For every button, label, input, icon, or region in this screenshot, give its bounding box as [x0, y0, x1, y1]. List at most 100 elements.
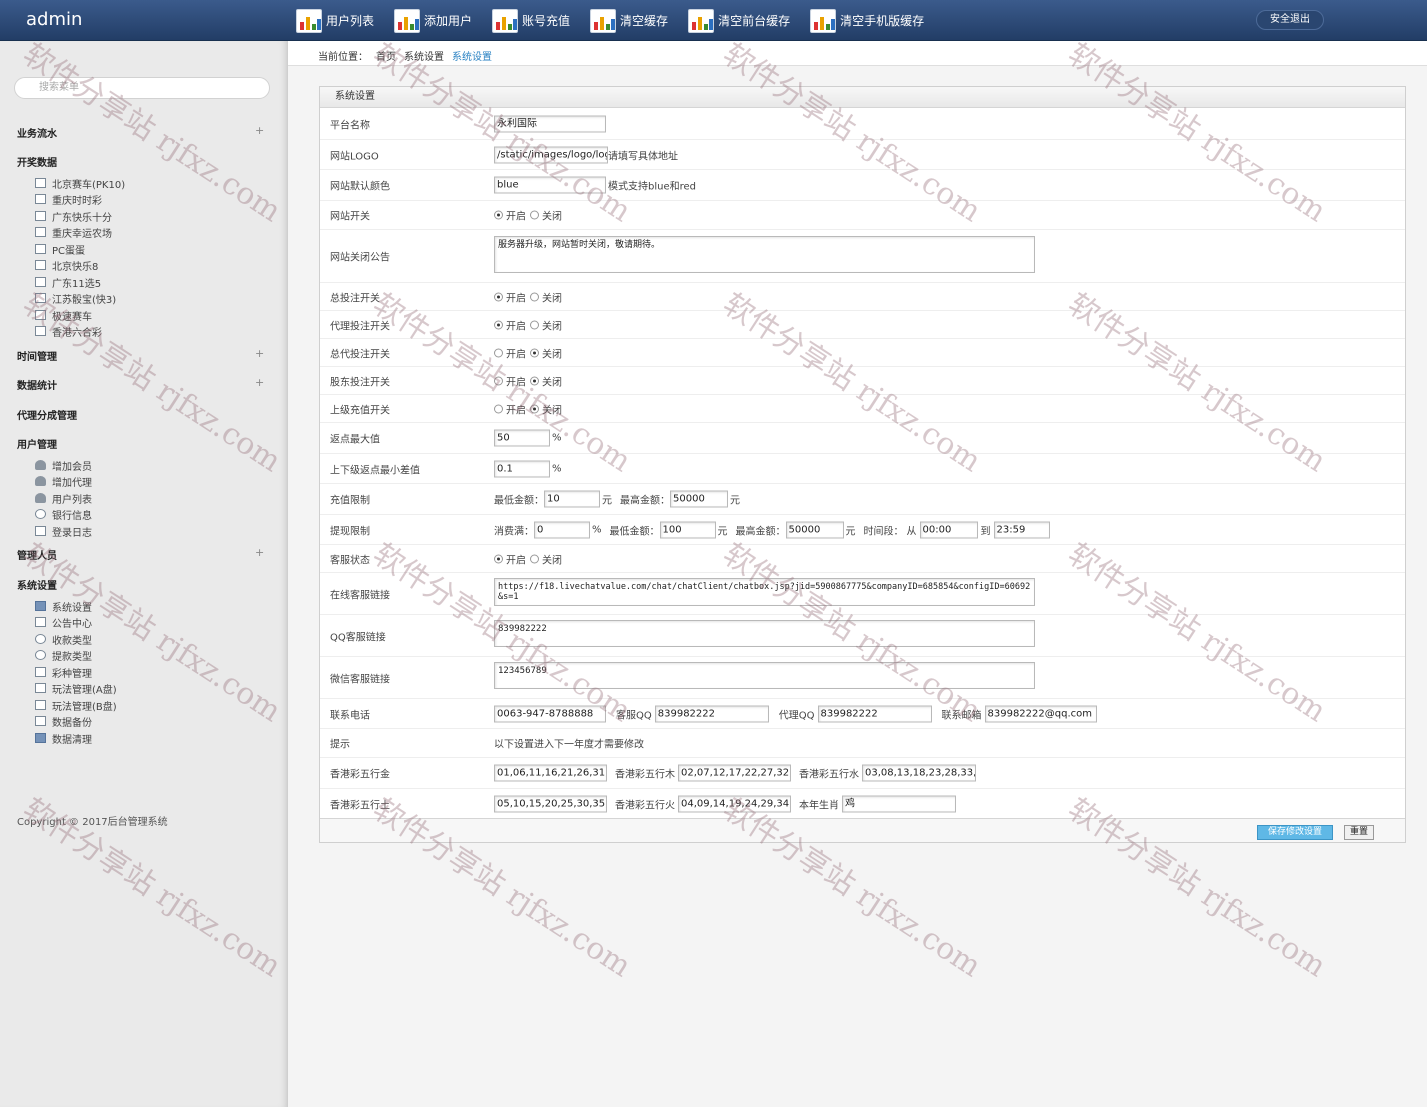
wechat-service-textarea[interactable]: 123456789	[494, 662, 1035, 689]
withdraw-max-input[interactable]: 50000	[785, 521, 844, 538]
grid-icon	[35, 310, 46, 320]
general-agent-bet-off-radio[interactable]: 关闭	[530, 345, 562, 360]
sidebar-section-system[interactable]: 系统设置	[17, 577, 57, 592]
withdraw-min-input[interactable]: 100	[659, 521, 716, 538]
upper-recharge-on-radio[interactable]: 开启	[494, 401, 526, 416]
row-default-color: 网站默认颜色 blue 模式支持blue和red	[320, 170, 1405, 201]
sidebar-item-bjkl8[interactable]: 北京快乐8	[35, 258, 98, 273]
sidebar-section-time[interactable]: 时间管理	[17, 348, 57, 363]
withdraw-time-to-input[interactable]: 23:59	[993, 521, 1050, 538]
sidebar-item-gdklsf[interactable]: 广东快乐十分	[35, 209, 112, 224]
withdraw-fee-input[interactable]: 0	[534, 521, 590, 538]
platform-name-input[interactable]: 永利国际	[494, 115, 606, 133]
sidebar-item-lottery-manage[interactable]: 彩种管理	[35, 665, 92, 680]
online-service-textarea[interactable]: https://f18.livechatvalue.com/chat/chatC…	[494, 578, 1035, 606]
grid-icon	[35, 326, 46, 336]
breadcrumb-section[interactable]: 系统设置	[404, 48, 444, 63]
wuxing-gold-input[interactable]: 01,06,11,16,21,26,31,36,4	[494, 764, 607, 782]
site-switch-on-radio[interactable]: 开启	[494, 208, 526, 223]
sidebar-item-login-log[interactable]: 登录日志	[35, 524, 92, 539]
sidebar-section-admins[interactable]: 管理人员	[17, 547, 57, 562]
expand-icon[interactable]: +	[255, 546, 264, 559]
default-color-input[interactable]: blue	[494, 176, 606, 194]
nav-recharge[interactable]: 账号充值	[492, 0, 570, 41]
sidebar-item-hk6[interactable]: 香港六合彩	[35, 324, 102, 339]
sidebar-section-agent-share[interactable]: 代理分成管理	[17, 407, 77, 422]
sidebar-item-play-a[interactable]: 玩法管理(A盘)	[35, 681, 117, 696]
sidebar-item-pk10[interactable]: 北京赛车(PK10)	[35, 176, 125, 191]
sidebar-section-business[interactable]: 业务流水	[17, 125, 57, 140]
sidebar-item-pcdd[interactable]: PC蛋蛋	[35, 242, 85, 257]
sidebar-item-bank-info[interactable]: 银行信息	[35, 507, 92, 522]
breadcrumb-home[interactable]: 首页	[376, 48, 396, 63]
upper-recharge-off-radio[interactable]: 关闭	[530, 401, 562, 416]
sidebar-section-users[interactable]: 用户管理	[17, 436, 57, 451]
rebate-max-input[interactable]: 50	[494, 429, 550, 447]
sidebar-item-cqssc[interactable]: 重庆时时彩	[35, 192, 102, 207]
logo-input[interactable]: /static/images/logo/logo_s	[494, 146, 608, 163]
nav-clear-mobile-cache[interactable]: 清空手机版缓存	[810, 0, 924, 41]
zodiac-input[interactable]: 鸡	[842, 795, 956, 812]
row-logo: 网站LOGO /static/images/logo/logo_s请填写具体地址	[320, 140, 1405, 170]
wuxing-earth-input[interactable]: 05,10,15,20,25,30,35,40,4	[494, 795, 607, 812]
withdraw-time-from-input[interactable]: 00:00	[919, 521, 978, 538]
close-notice-textarea[interactable]: 服务器升级，网站暂时关闭，敬请期待。	[494, 236, 1035, 273]
sidebar-item-jssc[interactable]: 极速赛车	[35, 308, 92, 323]
sidebar-item-add-agent[interactable]: 增加代理	[35, 474, 92, 489]
contact-phone-input[interactable]: 0063-947-8788888	[494, 705, 606, 722]
nav-user-list[interactable]: 用户列表	[296, 0, 374, 41]
sidebar-item-system-settings[interactable]: 系统设置	[35, 599, 92, 614]
sidebar-item-user-list[interactable]: 用户列表	[35, 491, 92, 506]
expand-icon[interactable]: +	[255, 124, 264, 137]
row-rebate-diff: 上下级返点最小差值 0.1%	[320, 454, 1405, 484]
sidebar-item-play-b[interactable]: 玩法管理(B盘)	[35, 698, 117, 713]
save-button[interactable]: 保存修改设置	[1257, 825, 1333, 840]
agent-bet-on-radio[interactable]: 开启	[494, 317, 526, 332]
sidebar-item-add-member[interactable]: 增加会员	[35, 458, 92, 473]
wuxing-water-input[interactable]: 03,08,13,18,23,28,33,38,4	[862, 764, 976, 782]
recharge-min-input[interactable]: 10	[544, 490, 600, 508]
document-icon	[35, 617, 46, 627]
expand-icon[interactable]: +	[255, 376, 264, 389]
total-bet-off-radio[interactable]: 关闭	[530, 289, 562, 304]
settings-panel: 系统设置 平台名称 永利国际 网站LOGO /static/images/log…	[319, 86, 1406, 843]
row-notice: 提示 以下设置进入下一年度才需要修改	[320, 729, 1405, 758]
nav-clear-front-cache[interactable]: 清空前台缓存	[688, 0, 790, 41]
shareholder-bet-off-radio[interactable]: 关闭	[530, 373, 562, 388]
recharge-max-input[interactable]: 50000	[670, 490, 728, 508]
reset-button[interactable]: 重置	[1344, 825, 1374, 840]
nav-clear-cache[interactable]: 清空缓存	[590, 0, 668, 41]
sidebar-item-cqxync[interactable]: 重庆幸运农场	[35, 225, 112, 240]
menu-search-input[interactable]: 搜索菜单	[14, 77, 270, 99]
expand-icon[interactable]: +	[255, 347, 264, 360]
qq-service-textarea[interactable]: 839982222	[494, 620, 1035, 647]
sidebar-item-gd11x5[interactable]: 广东11选5	[35, 275, 101, 290]
sidebar-item-backup[interactable]: 数据备份	[35, 714, 92, 729]
car-icon	[35, 700, 46, 710]
shareholder-bet-on-radio[interactable]: 开启	[494, 373, 526, 388]
wuxing-wood-input[interactable]: 02,07,12,17,22,27,32,37,4	[678, 764, 791, 782]
nav-add-user[interactable]: 添加用户	[394, 0, 472, 41]
service-status-off-radio[interactable]: 关闭	[530, 551, 562, 566]
sidebar-item-notices[interactable]: 公告中心	[35, 615, 92, 630]
agent-bet-off-radio[interactable]: 关闭	[530, 317, 562, 332]
site-switch-off-radio[interactable]: 关闭	[530, 208, 562, 223]
contact-agent-qq-input[interactable]: 839982222	[817, 705, 932, 722]
wuxing-fire-input[interactable]: 04,09,14,19,24,29,34,39,4	[678, 795, 791, 812]
chart-icon	[810, 8, 837, 33]
row-upper-recharge: 上级充值开关 开启 关闭	[320, 395, 1405, 423]
sidebar-section-lottery[interactable]: 开奖数据	[17, 154, 57, 169]
rebate-diff-input[interactable]: 0.1	[494, 460, 550, 477]
general-agent-bet-on-radio[interactable]: 开启	[494, 345, 526, 360]
row-wechat-service: 微信客服链接 123456789	[320, 657, 1405, 699]
service-status-on-radio[interactable]: 开启	[494, 551, 526, 566]
sidebar-item-cleanup[interactable]: 数据清理	[35, 731, 92, 746]
sidebar-item-payment-types[interactable]: 收款类型	[35, 632, 92, 647]
sidebar-item-jsk3[interactable]: 江苏骰宝(快3)	[35, 291, 116, 306]
total-bet-on-radio[interactable]: 开启	[494, 289, 526, 304]
sidebar-section-stats[interactable]: 数据统计	[17, 377, 57, 392]
contact-qq-input[interactable]: 839982222	[654, 705, 769, 722]
contact-email-input[interactable]: 839982222@qq.com	[984, 705, 1097, 722]
logout-button[interactable]: 安全退出	[1256, 10, 1324, 30]
sidebar-item-withdraw-types[interactable]: 提款类型	[35, 648, 92, 663]
